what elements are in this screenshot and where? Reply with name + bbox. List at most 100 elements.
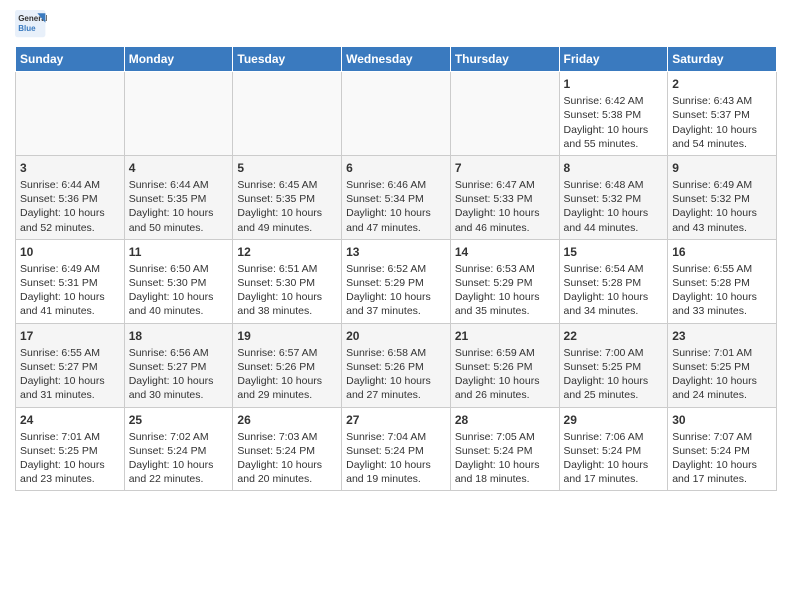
day-info: Sunrise: 6:51 AM xyxy=(237,262,337,276)
day-info: Sunset: 5:26 PM xyxy=(237,360,337,374)
header-row: SundayMondayTuesdayWednesdayThursdayFrid… xyxy=(16,47,777,72)
calendar-cell: 29Sunrise: 7:06 AMSunset: 5:24 PMDayligh… xyxy=(559,407,668,491)
day-info: and 33 minutes. xyxy=(672,304,772,318)
day-number: 4 xyxy=(129,160,229,176)
calendar-cell xyxy=(16,72,125,156)
day-info: Sunrise: 6:49 AM xyxy=(20,262,120,276)
day-info: and 23 minutes. xyxy=(20,472,120,486)
day-info: and 34 minutes. xyxy=(564,304,664,318)
week-row-1: 1Sunrise: 6:42 AMSunset: 5:38 PMDaylight… xyxy=(16,72,777,156)
day-info: Sunrise: 6:45 AM xyxy=(237,178,337,192)
day-number: 7 xyxy=(455,160,555,176)
day-info: and 24 minutes. xyxy=(672,388,772,402)
day-info: Daylight: 10 hours xyxy=(129,458,229,472)
day-info: Sunrise: 6:50 AM xyxy=(129,262,229,276)
day-number: 8 xyxy=(564,160,664,176)
day-info: Daylight: 10 hours xyxy=(20,374,120,388)
day-info: Sunset: 5:37 PM xyxy=(672,108,772,122)
day-info: Daylight: 10 hours xyxy=(564,290,664,304)
week-row-2: 3Sunrise: 6:44 AMSunset: 5:36 PMDaylight… xyxy=(16,155,777,239)
calendar-body: 1Sunrise: 6:42 AMSunset: 5:38 PMDaylight… xyxy=(16,72,777,491)
day-info: and 26 minutes. xyxy=(455,388,555,402)
day-info: Sunrise: 7:03 AM xyxy=(237,430,337,444)
day-info: and 52 minutes. xyxy=(20,221,120,235)
day-info: Sunrise: 6:56 AM xyxy=(129,346,229,360)
day-info: and 41 minutes. xyxy=(20,304,120,318)
day-info: Sunset: 5:36 PM xyxy=(20,192,120,206)
day-info: Sunrise: 6:43 AM xyxy=(672,94,772,108)
day-number: 10 xyxy=(20,244,120,260)
day-number: 12 xyxy=(237,244,337,260)
calendar-cell: 2Sunrise: 6:43 AMSunset: 5:37 PMDaylight… xyxy=(668,72,777,156)
day-number: 6 xyxy=(346,160,446,176)
day-header-friday: Friday xyxy=(559,47,668,72)
calendar-cell: 25 Sunrise: 7:02 AMSunset: 5:24 PMDayligh… xyxy=(124,407,233,491)
day-info: and 31 minutes. xyxy=(20,388,120,402)
calendar-cell: 18Sunrise: 6:56 AMSunset: 5:27 PMDayligh… xyxy=(124,323,233,407)
day-info: Sunrise: 7:00 AM xyxy=(564,346,664,360)
day-info: Sunrise: 6:47 AM xyxy=(455,178,555,192)
calendar-cell xyxy=(450,72,559,156)
calendar-table: SundayMondayTuesdayWednesdayThursdayFrid… xyxy=(15,46,777,491)
day-info: Sunset: 5:35 PM xyxy=(129,192,229,206)
day-number: 5 xyxy=(237,160,337,176)
day-info: Sunrise: 6:54 AM xyxy=(564,262,664,276)
calendar-cell xyxy=(124,72,233,156)
day-header-wednesday: Wednesday xyxy=(342,47,451,72)
day-header-saturday: Saturday xyxy=(668,47,777,72)
day-info: and 29 minutes. xyxy=(237,388,337,402)
day-info: Daylight: 10 hours xyxy=(346,290,446,304)
day-info: Sunset: 5:24 PM xyxy=(672,444,772,458)
day-info: Daylight: 10 hours xyxy=(129,290,229,304)
day-info: Sunrise: 6:53 AM xyxy=(455,262,555,276)
day-info: Daylight: 10 hours xyxy=(672,374,772,388)
calendar-cell: 27Sunrise: 7:04 AMSunset: 5:24 PMDayligh… xyxy=(342,407,451,491)
week-row-4: 17Sunrise: 6:55 AMSunset: 5:27 PMDayligh… xyxy=(16,323,777,407)
calendar-cell: 20Sunrise: 6:58 AMSunset: 5:26 PMDayligh… xyxy=(342,323,451,407)
day-info: Sunset: 5:30 PM xyxy=(237,276,337,290)
day-info: Sunset: 5:24 PM xyxy=(129,444,229,458)
calendar-cell: 8Sunrise: 6:48 AMSunset: 5:32 PMDaylight… xyxy=(559,155,668,239)
calendar-cell xyxy=(342,72,451,156)
day-info: and 35 minutes. xyxy=(455,304,555,318)
day-info: Sunrise: 7:02 AM xyxy=(129,430,229,444)
day-info: Daylight: 10 hours xyxy=(346,458,446,472)
day-info: and 37 minutes. xyxy=(346,304,446,318)
calendar-header: SundayMondayTuesdayWednesdayThursdayFrid… xyxy=(16,47,777,72)
calendar-cell: 17Sunrise: 6:55 AMSunset: 5:27 PMDayligh… xyxy=(16,323,125,407)
calendar-cell: 15Sunrise: 6:54 AMSunset: 5:28 PMDayligh… xyxy=(559,239,668,323)
calendar-cell: 13Sunrise: 6:52 AMSunset: 5:29 PMDayligh… xyxy=(342,239,451,323)
day-number: 30 xyxy=(672,412,772,428)
calendar-cell: 19Sunrise: 6:57 AMSunset: 5:26 PMDayligh… xyxy=(233,323,342,407)
day-info: and 50 minutes. xyxy=(129,221,229,235)
day-info: Sunset: 5:35 PM xyxy=(237,192,337,206)
calendar-cell: 23Sunrise: 7:01 AMSunset: 5:25 PMDayligh… xyxy=(668,323,777,407)
calendar-cell: 3Sunrise: 6:44 AMSunset: 5:36 PMDaylight… xyxy=(16,155,125,239)
day-info: Daylight: 10 hours xyxy=(237,206,337,220)
day-info: Daylight: 10 hours xyxy=(20,290,120,304)
day-info: and 20 minutes. xyxy=(237,472,337,486)
day-info: and 38 minutes. xyxy=(237,304,337,318)
day-number: 3 xyxy=(20,160,120,176)
day-info: Daylight: 10 hours xyxy=(564,458,664,472)
day-info: Daylight: 10 hours xyxy=(455,374,555,388)
day-number: 17 xyxy=(20,328,120,344)
day-number: 28 xyxy=(455,412,555,428)
day-info: and 43 minutes. xyxy=(672,221,772,235)
day-number: 25 xyxy=(129,412,229,428)
logo: General Blue xyxy=(15,10,47,38)
day-number: 2 xyxy=(672,76,772,92)
day-info: Sunrise: 6:55 AM xyxy=(672,262,772,276)
day-info: Daylight: 10 hours xyxy=(237,374,337,388)
day-info: and 54 minutes. xyxy=(672,137,772,151)
day-info: Sunrise: 7:05 AM xyxy=(455,430,555,444)
week-row-3: 10Sunrise: 6:49 AMSunset: 5:31 PMDayligh… xyxy=(16,239,777,323)
day-number: 23 xyxy=(672,328,772,344)
day-info: Daylight: 10 hours xyxy=(455,206,555,220)
day-info: and 46 minutes. xyxy=(455,221,555,235)
day-number: 24 xyxy=(20,412,120,428)
day-number: 15 xyxy=(564,244,664,260)
day-number: 1 xyxy=(564,76,664,92)
day-info: and 22 minutes. xyxy=(129,472,229,486)
calendar-cell: 12Sunrise: 6:51 AMSunset: 5:30 PMDayligh… xyxy=(233,239,342,323)
